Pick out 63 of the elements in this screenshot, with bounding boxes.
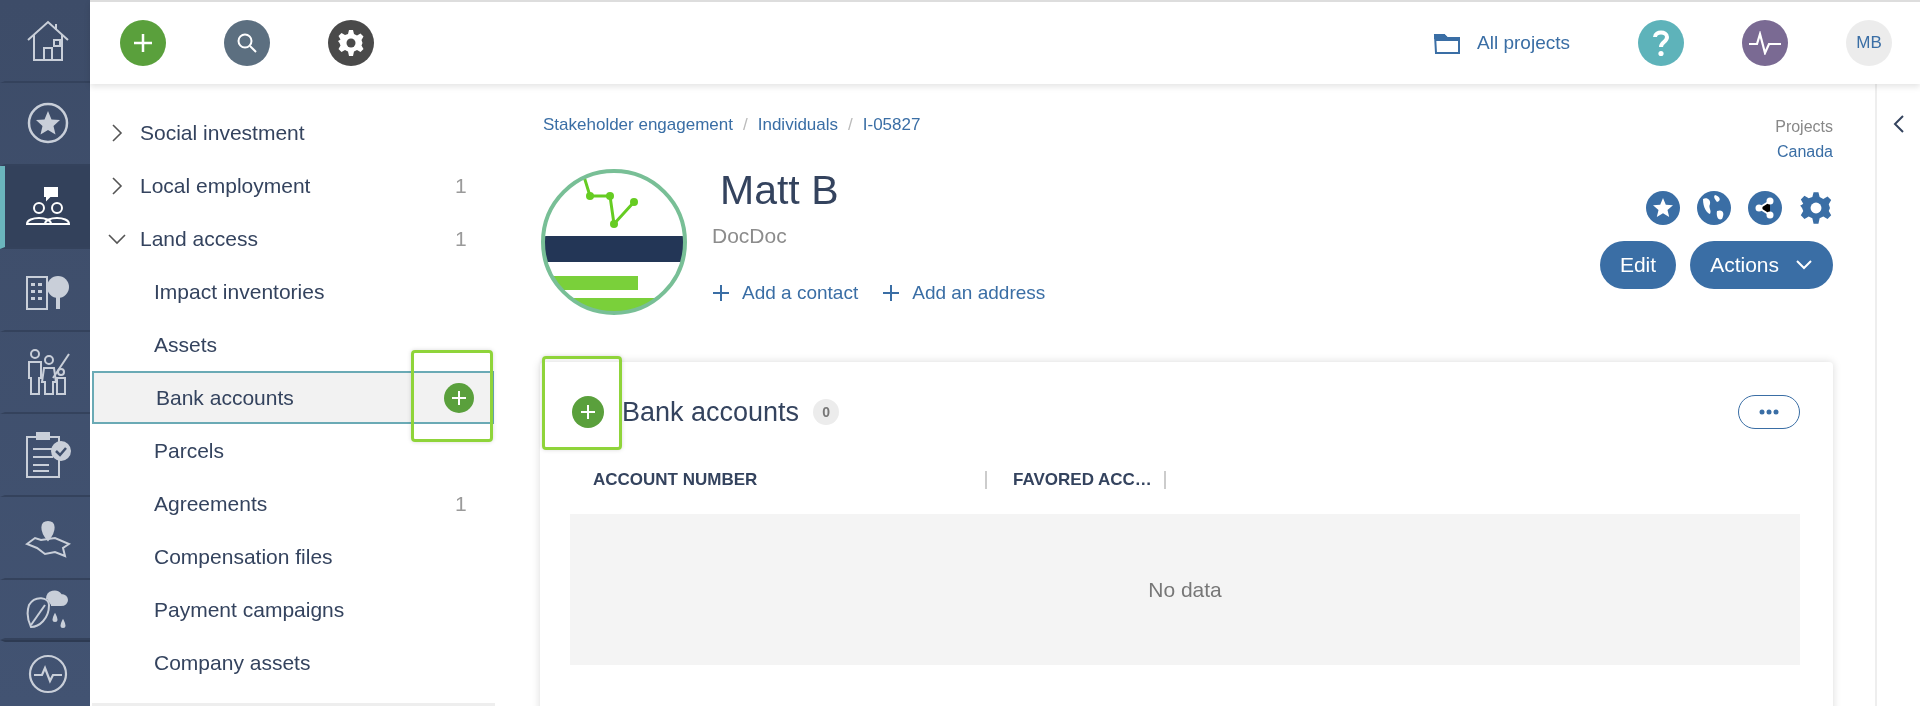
plus-icon (712, 284, 730, 302)
breadcrumb-link[interactable]: I-05827 (862, 115, 921, 135)
card-title: Bank accounts (622, 396, 800, 428)
plus-icon (882, 284, 901, 302)
more-options-button[interactable] (1738, 395, 1800, 429)
item-count: 1 (455, 491, 468, 516)
chevron-down-icon (1795, 259, 1813, 271)
edit-button[interactable]: Edit (1599, 241, 1677, 289)
add-bank-account-button[interactable] (572, 396, 604, 428)
search-icon (236, 32, 258, 54)
sidebar-item[interactable]: Payment campaigns (90, 583, 495, 636)
sidebar-item[interactable]: Company assets (90, 636, 495, 689)
empty-message: No data (1148, 577, 1222, 602)
breadcrumb-separator: / (848, 115, 853, 135)
item-count: 1 (455, 226, 468, 251)
more-icon (1759, 409, 1779, 415)
breadcrumb-link[interactable]: Individuals (757, 115, 839, 135)
sidebar-item[interactable]: Assets (90, 318, 495, 371)
sidebar-item[interactable]: Local employment 1 (90, 159, 495, 212)
add-item-button[interactable] (444, 382, 474, 413)
pulse-icon (27, 654, 68, 695)
count-badge: 0 (813, 399, 840, 425)
sidebar-item[interactable]: Impact inventories (90, 265, 495, 318)
clipboard-check-icon (24, 430, 71, 479)
item-count: 1 (455, 173, 468, 198)
sidebar-item[interactable]: Agreements 1 (90, 477, 495, 530)
sidebar-item[interactable]: Social investment (90, 106, 495, 159)
plus-icon (580, 404, 596, 420)
rail-people-button[interactable] (0, 165, 90, 249)
globe-icon[interactable] (1697, 191, 1731, 225)
plus-icon (132, 32, 154, 54)
search-button[interactable] (224, 20, 270, 66)
add-button[interactable] (120, 20, 166, 66)
column-header[interactable]: FAVORED ACC… (1013, 470, 1152, 490)
people-icon (24, 186, 71, 227)
activity-button[interactable] (1742, 20, 1788, 66)
project-link[interactable]: Canada (1776, 143, 1833, 161)
chevron-left-icon[interactable] (1892, 114, 1905, 134)
settings-icon (337, 29, 365, 57)
add-link[interactable]: Add a contact (712, 282, 859, 304)
sidebar-item[interactable]: Bank accounts (92, 371, 494, 424)
projects-label: Projects (1775, 118, 1833, 136)
actions-dropdown-button[interactable]: Actions (1690, 241, 1833, 289)
folder-icon (1433, 31, 1462, 55)
add-link[interactable]: Add an address (882, 282, 1046, 304)
settings-icon[interactable] (1799, 191, 1833, 225)
plus-icon (451, 389, 467, 406)
sidebar-item[interactable]: Compensation files (90, 530, 495, 583)
record-subtitle: DocDoc (712, 224, 788, 248)
pulse-icon (1748, 31, 1782, 55)
sidebar-item[interactable]: Land access 1 (90, 212, 495, 265)
record-name: Matt B (720, 167, 840, 214)
breadcrumb-link[interactable]: Stakeholder engagement (543, 115, 733, 135)
settings-button[interactable] (328, 20, 374, 66)
all-projects-label: All projects (1477, 32, 1570, 54)
question-mark-icon (1651, 29, 1671, 57)
all-projects-link[interactable]: All projects (1433, 31, 1570, 55)
sidebar-item[interactable]: Parcels (90, 424, 495, 477)
column-header[interactable]: ACCOUNT NUMBER (593, 470, 975, 490)
chevron-down-icon (108, 232, 126, 245)
breadcrumb-separator: / (743, 115, 748, 135)
share-icon[interactable] (1748, 191, 1782, 225)
user-avatar[interactable]: MB (1846, 20, 1892, 66)
